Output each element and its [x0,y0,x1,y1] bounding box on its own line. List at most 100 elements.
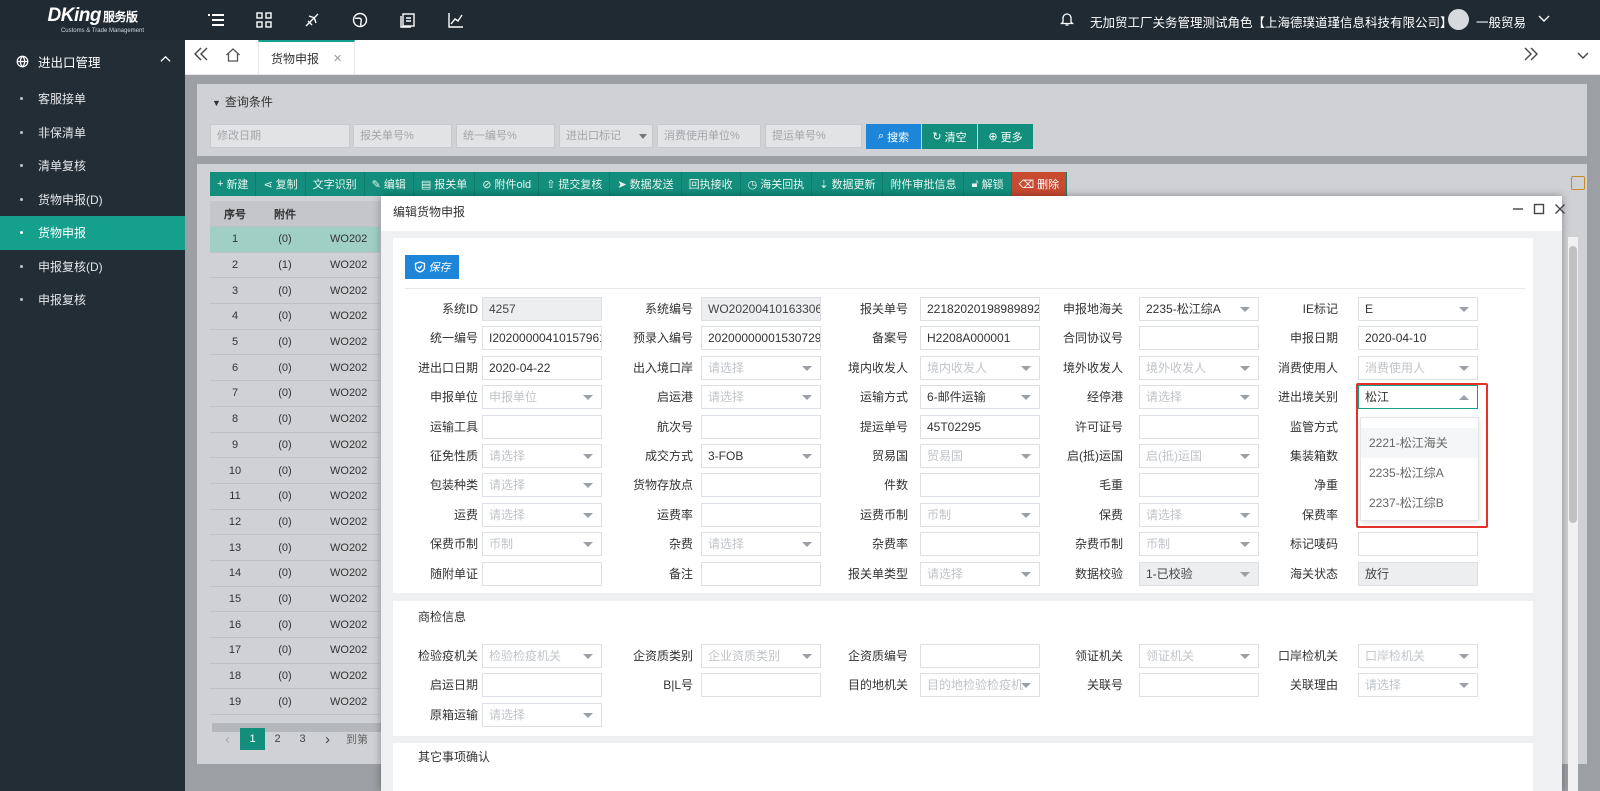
close-icon[interactable] [1554,203,1566,218]
table-row[interactable]: 4 (0) WO202 [210,304,380,330]
form-field[interactable]: 请选择 [482,444,602,468]
form-field[interactable] [482,414,602,439]
form-field[interactable]: 3-FOB [701,444,821,468]
query-title[interactable]: ▼ 查询条件 [212,93,273,110]
form-field[interactable]: 请选择 [701,385,821,410]
sidebar-item-1[interactable]: 非保清单 [0,116,185,150]
toolbar-button-12[interactable]: 🔓︎ 解锁 [964,172,1012,196]
toolbar-button-6[interactable]: ⇧ 提交复核 [539,172,611,196]
sidebar-item-2[interactable]: 清单复核 [0,149,185,183]
toolbar-button-0[interactable]: + 新建 [210,172,257,196]
form-field[interactable]: H2208A000001 [920,326,1040,351]
query-input-0[interactable]: 修改日期 [210,124,350,148]
table-row[interactable]: 14 (0) WO202 [210,561,380,587]
minimize-icon[interactable] [1512,203,1524,218]
sidebar-item-6[interactable]: 申报复核 [0,283,185,317]
form-field[interactable]: 贸易国 [920,444,1040,468]
form-field[interactable]: 请选择 [701,355,821,380]
toolbar-button-9[interactable]: ◷ 海关回执 [741,172,813,196]
form-field[interactable]: 1-已校验 [1139,561,1259,586]
form-field[interactable] [1139,673,1259,698]
form-field[interactable] [1358,532,1478,557]
table-row[interactable]: 5 (0) WO202 [210,330,380,356]
form-field[interactable]: 请选择 [920,561,1040,586]
page-number[interactable]: 1 [240,728,265,750]
search-button[interactable]: ⌕ 搜索 [866,124,921,149]
brand-logo[interactable]: DKing 服务版 Customs & Trade Management [0,0,185,40]
table-row[interactable]: 11 (0) WO202 [210,484,380,510]
form-field[interactable] [701,502,821,527]
modal-scrollbar-thumb[interactable] [1569,246,1577,523]
toolbar-button-2[interactable]: 文字识别 [306,172,365,196]
menu-icon[interactable] [206,10,226,30]
toolbar-button-4[interactable]: ▤ 报关单 [414,172,476,196]
form-field[interactable]: 请选择 [1139,502,1259,527]
query-input-4[interactable]: 消费使用单位% [657,124,761,148]
table-row[interactable]: 12 (0) WO202 [210,510,380,536]
form-field[interactable] [701,561,821,586]
form-field[interactable] [701,414,821,439]
prev-page-icon[interactable]: ‹ [215,728,240,750]
form-field[interactable]: 请选择 [1358,673,1478,698]
form-field[interactable] [1139,326,1259,351]
form-field[interactable]: 币制 [1139,532,1259,557]
table-row[interactable]: 6 (0) WO202 [210,355,380,382]
form-field[interactable]: 请选择 [1139,385,1259,410]
clear-button[interactable]: ↻ 清空 [922,124,977,149]
home-icon[interactable] [225,47,241,68]
form-field[interactable]: 2235-松江综A [1139,297,1259,321]
toolbar-button-13[interactable]: ⌫ 删除 [1011,172,1068,196]
form-field[interactable]: 境外收发人 [1139,355,1259,380]
query-input-2[interactable]: 统一编号% [456,124,555,148]
toolbar-button-3[interactable]: ✎ 编辑 [365,172,414,196]
page-number[interactable]: 2 [265,728,290,750]
form-field[interactable]: 2020-04-10 [1358,326,1478,351]
sidebar-item-0[interactable]: 客服接单 [0,82,185,116]
query-input-5[interactable]: 提运单号% [765,124,862,148]
form-field[interactable]: 币制 [482,532,602,557]
form-field[interactable]: 币制 [920,502,1040,527]
document-icon[interactable] [398,10,418,30]
form-field[interactable] [1139,473,1259,498]
next-page-icon[interactable]: › [315,728,340,750]
toolbar-button-11[interactable]: 附件审批信息 [883,172,965,196]
maximize-icon[interactable] [1533,203,1545,218]
tab-cargo-declaration[interactable]: 货物申报 ✕ [258,40,356,75]
form-field[interactable]: I20200000410157961 [482,326,602,351]
form-field[interactable]: E [1358,297,1478,321]
form-field[interactable]: 45T02295 [920,414,1040,439]
form-field[interactable]: WO20200410163306 [701,297,821,321]
form-field[interactable] [920,532,1040,557]
table-row[interactable]: 10 (0) WO202 [210,458,380,484]
save-button[interactable]: 保存 [405,255,459,279]
page-number[interactable]: 3 [290,728,315,750]
form-field[interactable]: 口岸检机关 [1358,644,1478,668]
form-field[interactable]: 221820201989898923 [920,297,1040,321]
table-row[interactable]: 16 (0) WO202 [210,612,380,638]
form-field[interactable] [701,673,821,698]
bell-icon[interactable] [1059,11,1075,30]
form-field[interactable]: 领证机关 [1139,644,1259,668]
toolbar-button-5[interactable]: ⊘ 附件old [475,172,540,196]
sidebar-section-header[interactable]: 进出口管理 [0,40,185,82]
double-chevron-right-icon[interactable] [1523,46,1539,67]
form-field[interactable]: 企业资质类别 [701,644,821,668]
form-field[interactable] [482,561,602,586]
form-field[interactable]: 2020-04-22 [482,355,602,380]
form-field[interactable]: 请选择 [482,473,602,498]
grid-header-cell[interactable]: 附件 [260,206,310,222]
form-field[interactable] [920,473,1040,498]
grid-icon[interactable] [254,10,274,30]
form-field[interactable] [1139,414,1259,439]
edit-note-icon[interactable] [1571,176,1585,190]
table-row[interactable]: 9 (0) WO202 [210,433,380,459]
chart-icon[interactable] [446,10,466,30]
globe-icon[interactable] [350,10,370,30]
grid-header-cell[interactable]: 序号 [210,206,260,222]
toolbar-button-10[interactable]: ⇣ 数据更新 [812,172,884,196]
form-field[interactable]: 请选择 [482,502,602,527]
form-field[interactable]: 6-邮件运输 [920,385,1040,410]
table-row[interactable]: 8 (0) WO202 [210,407,380,433]
form-field[interactable] [482,673,602,698]
form-field[interactable]: 请选择 [701,532,821,557]
